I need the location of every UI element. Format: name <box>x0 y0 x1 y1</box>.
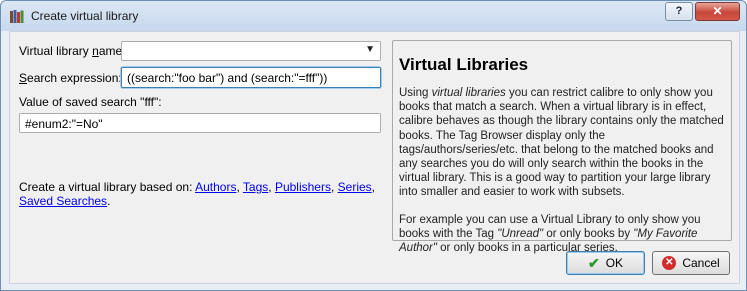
saved-search-value-field[interactable]: #enum2:"=No" <box>19 113 381 133</box>
help-heading: Virtual Libraries <box>399 55 529 74</box>
close-button[interactable]: ✕ <box>695 2 740 21</box>
cancel-circle-icon: ✕ <box>662 256 677 270</box>
search-expression-label: Search expression: <box>19 71 122 85</box>
help-button[interactable]: ? <box>665 2 693 21</box>
link-tags[interactable]: Tags <box>243 180 268 194</box>
ok-label: OK <box>605 256 624 270</box>
ok-button[interactable]: ✔ OK <box>566 251 645 275</box>
link-series[interactable]: Series <box>338 180 372 194</box>
create-based-on-line: Create a virtual library based on: Autho… <box>19 180 375 208</box>
saved-search-label: Value of saved search "fff": <box>19 95 162 109</box>
link-authors[interactable]: Authors <box>195 180 236 194</box>
cancel-button[interactable]: ✕ Cancel <box>652 251 730 275</box>
help-panel: Virtual Libraries Using virtual librarie… <box>392 40 732 254</box>
calibre-books-icon <box>9 8 25 24</box>
chevron-down-icon[interactable]: ▼ <box>365 44 375 55</box>
library-name-combo[interactable]: ▼ <box>121 41 381 61</box>
checkmark-icon: ✔ <box>587 254 600 271</box>
library-name-label: Virtual library name: <box>19 44 126 58</box>
link-saved-searches[interactable]: Saved Searches <box>19 194 107 208</box>
search-expression-input[interactable]: ((search:"foo bar") and (search:"=fff")) <box>121 67 381 88</box>
window-title: Create virtual library <box>31 9 139 23</box>
help-paragraph-1: Using virtual libraries you can restrict… <box>399 87 724 199</box>
title-bar: Create virtual library ? ✕ <box>1 1 746 31</box>
cancel-label: Cancel <box>682 256 720 270</box>
dialog-window: Create virtual library ? ✕ Virtual libra… <box>0 0 747 291</box>
help-paragraph-2: For example you can use a Virtual Librar… <box>399 213 701 255</box>
link-publishers[interactable]: Publishers <box>275 180 331 194</box>
dialog-body: Virtual library name: ▼ Search expressio… <box>9 31 740 284</box>
